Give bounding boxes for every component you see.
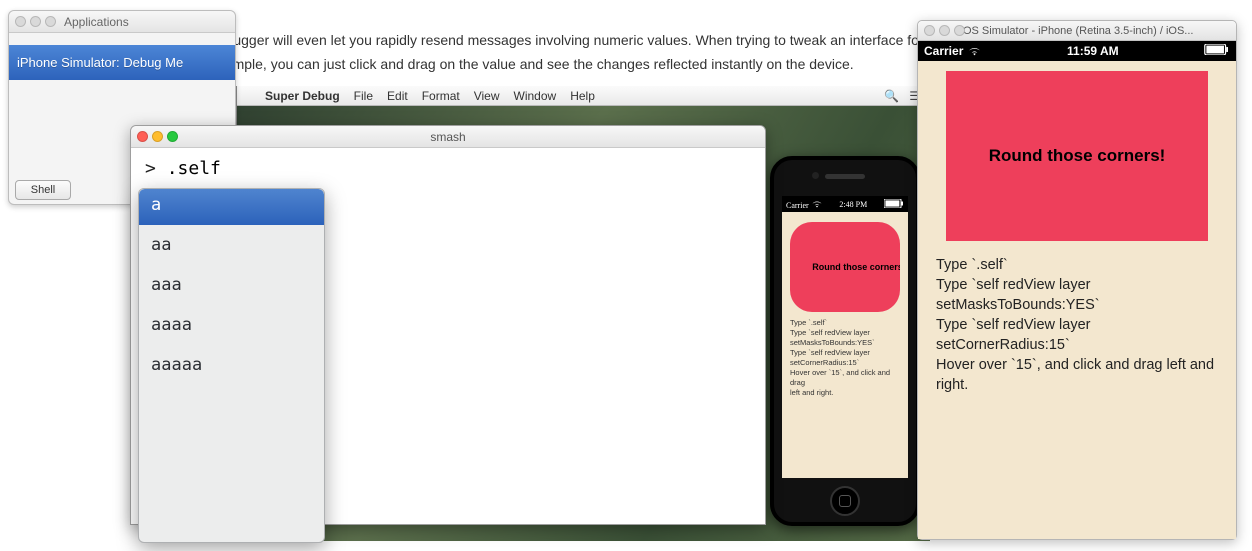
autocomplete-item-selected[interactable]: a — [139, 189, 324, 225]
iphone-time: 2:48 PM — [839, 200, 867, 209]
mac-menubar[interactable]: Super Debug File Edit Format View Window… — [237, 86, 930, 106]
instr-line: Hover over `15`, and click and drag — [790, 368, 900, 388]
instr-line: Hover over `15`, and click and drag left… — [936, 355, 1218, 395]
window-titlebar[interactable]: Applications — [9, 11, 235, 33]
menubar-right: 🔍 ☰ — [884, 89, 920, 103]
iphone-status-bar: Carrier 2:48 PM — [782, 196, 908, 212]
window-title: iOS Simulator - iPhone (Retina 3.5-inch)… — [961, 25, 1194, 37]
window-title: Applications — [64, 15, 129, 29]
iphone-speaker-icon — [825, 174, 865, 179]
traffic-lights[interactable] — [15, 16, 56, 27]
wifi-icon — [967, 45, 982, 56]
autocomplete-item[interactable]: aa — [139, 225, 324, 265]
autocomplete-item[interactable]: aaaaa — [139, 345, 324, 385]
applications-selected-item[interactable]: iPhone Simulator: Debug Me — [9, 45, 235, 80]
menubar-app-name[interactable]: Super Debug — [265, 89, 340, 103]
menubar-item[interactable]: Window — [514, 89, 557, 103]
home-button-icon[interactable] — [830, 486, 860, 516]
red-view-rounded: Round those corners! — [790, 222, 900, 312]
instr-line: Type `self redView layer setCornerRadius… — [936, 315, 1218, 355]
instr-line: setCornerRadius:15` — [790, 358, 900, 368]
window-title: smash — [131, 130, 765, 144]
spotlight-icon[interactable]: 🔍 — [884, 89, 899, 103]
menubar-item[interactable]: Help — [570, 89, 595, 103]
iphone-camera-icon — [812, 172, 819, 179]
traffic-lights[interactable] — [924, 25, 965, 36]
menubar-item[interactable]: File — [354, 89, 373, 103]
red-view: Round those corners! — [946, 71, 1208, 241]
red-view-label: Round those corners! — [989, 146, 1166, 166]
window-titlebar[interactable]: iOS Simulator - iPhone (Retina 3.5-inch)… — [918, 21, 1236, 41]
ios-time: 11:59 AM — [1067, 44, 1119, 58]
menubar-item[interactable]: View — [474, 89, 500, 103]
close-icon[interactable] — [924, 25, 935, 36]
prompt-sigil: > — [145, 158, 156, 179]
carrier-label: Carrier — [786, 201, 809, 210]
instr-line: Type `self redView layer setMasksToBound… — [936, 275, 1218, 315]
minimize-icon[interactable] — [30, 16, 41, 27]
instr-line: Type `.self` — [790, 318, 900, 328]
instructions-small: Type `.self` Type `self redView layer se… — [782, 318, 908, 398]
instr-line: Type `.self` — [936, 255, 1218, 275]
instr-line: setMasksToBounds:YES` — [790, 338, 900, 348]
zoom-icon[interactable] — [45, 16, 56, 27]
autocomplete-item[interactable]: aaaa — [139, 305, 324, 345]
window-titlebar[interactable]: smash — [131, 126, 765, 148]
autocomplete-item[interactable]: aaa — [139, 265, 324, 305]
autocomplete-popup[interactable]: a aa aaa aaaa aaaaa — [138, 188, 325, 543]
close-icon[interactable] — [15, 16, 26, 27]
simulator-screen: Carrier 11:59 AM Round those corners! Ty… — [918, 41, 1236, 539]
battery-icon — [884, 199, 904, 208]
terminal-prompt[interactable]: > .self — [131, 148, 765, 189]
instr-line: Type `self redView layer — [790, 348, 900, 358]
shell-button[interactable]: Shell — [15, 180, 71, 200]
iphone-device-mock: Carrier 2:48 PM Round those corners! Typ… — [770, 156, 920, 526]
instr-line: Type `self redView layer — [790, 328, 900, 338]
prompt-input-text[interactable]: .self — [167, 158, 221, 179]
iphone-screen: Carrier 2:48 PM Round those corners! Typ… — [782, 196, 908, 478]
instr-line: left and right. — [790, 388, 900, 398]
wifi-icon — [811, 199, 823, 208]
carrier-label: Carrier — [924, 44, 963, 58]
ios-status-bar: Carrier 11:59 AM — [918, 41, 1236, 61]
ios-simulator-window[interactable]: iOS Simulator - iPhone (Retina 3.5-inch)… — [917, 20, 1237, 540]
menubar-item[interactable]: Edit — [387, 89, 408, 103]
minimize-icon[interactable] — [939, 25, 950, 36]
menubar-item[interactable]: Format — [422, 89, 460, 103]
battery-icon — [1204, 44, 1230, 55]
red-view-label: Round those corners! — [812, 262, 900, 272]
instructions: Type `.self` Type `self redView layer se… — [918, 255, 1236, 395]
zoom-icon[interactable] — [954, 25, 965, 36]
